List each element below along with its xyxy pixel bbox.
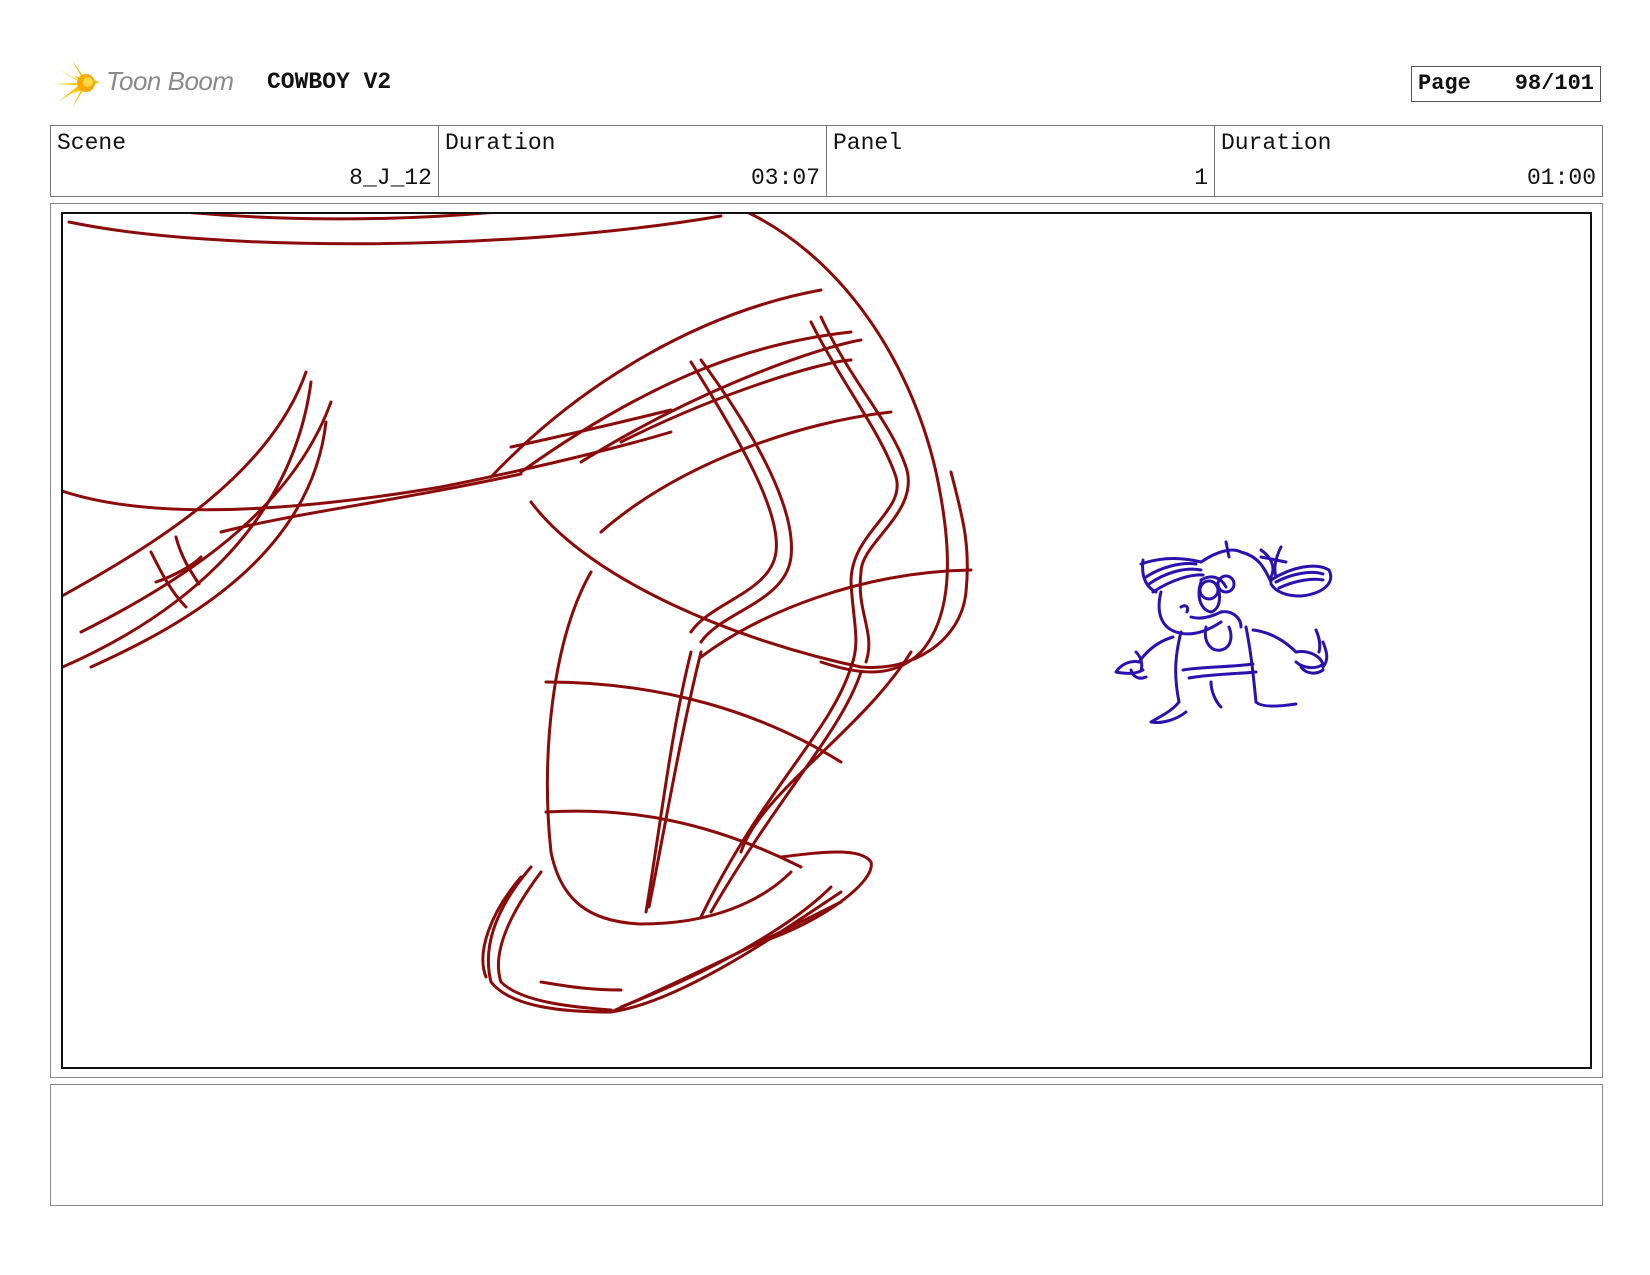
storyboard-panel-frame [50,203,1603,1078]
project-title: COWBOY V2 [267,69,392,95]
panel-duration-label: Duration [1221,130,1332,156]
panel-cell: Panel 1 [827,126,1215,196]
panel-label: Panel [833,130,903,156]
scene-duration-cell: Duration 03:07 [439,126,827,196]
scene-duration-value: 03:07 [750,165,820,191]
red-leg-sketch [63,214,973,1014]
sketch-drawing [63,214,1333,1014]
scene-label: Scene [57,130,127,156]
page-label: Page [1418,71,1471,96]
panel-value: 1 [1194,165,1208,191]
panel-duration-value: 01:00 [1526,165,1596,191]
logo-text: Toon Boom [106,66,234,96]
page-indicator: Page 98/101 [1411,66,1601,102]
panel-notes-box [50,1084,1603,1206]
star-burst-icon [54,60,100,108]
scene-duration-label: Duration [445,130,556,156]
scene-info-row: Scene 8_J_12 Duration 03:07 Panel 1 Dura… [50,125,1603,197]
page-number: 98/101 [1514,71,1594,96]
panel-duration-cell: Duration 01:00 [1215,126,1602,196]
blue-character-sketch [1114,540,1333,724]
scene-value: 8_J_12 [349,165,432,191]
storyboard-header: Toon Boom COWBOY V2 [52,56,612,112]
storyboard-panel-image [61,212,1592,1069]
scene-cell: Scene 8_J_12 [51,126,439,196]
toon-boom-logo: Toon Boom [52,56,252,112]
